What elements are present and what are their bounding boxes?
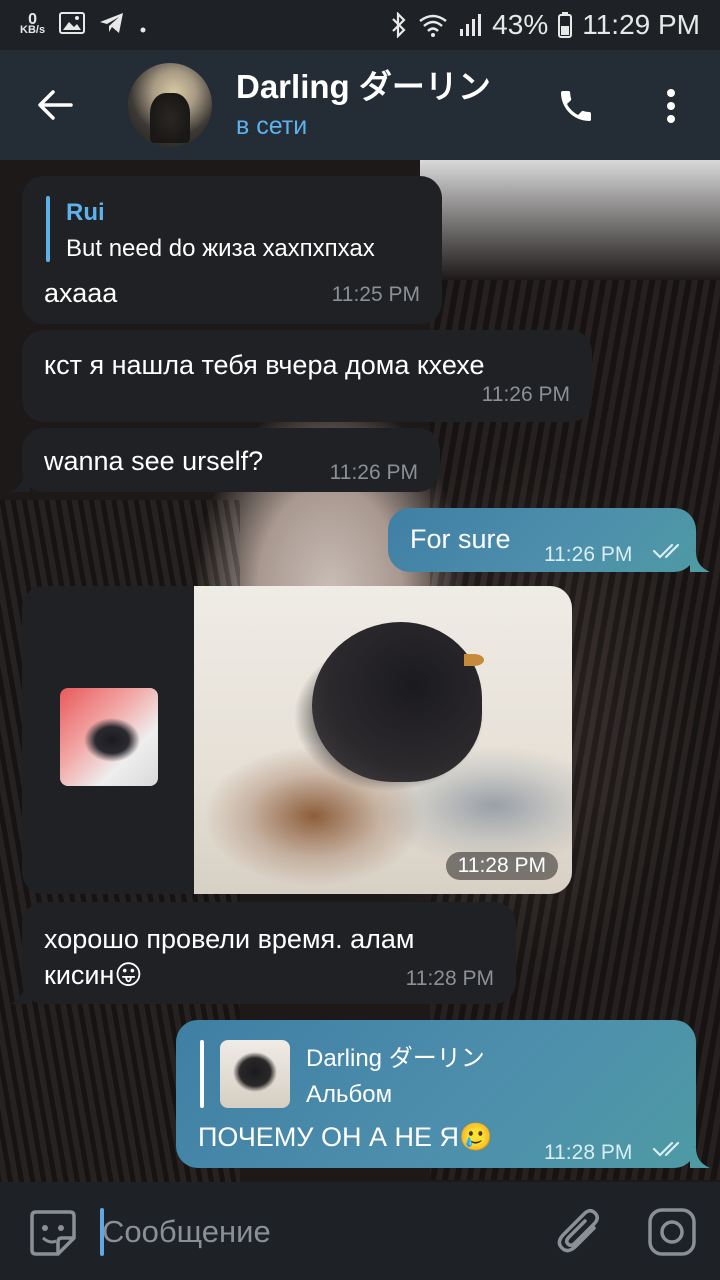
read-checkmarks-icon: [652, 543, 680, 559]
chat-header: Darling ダーリン в сети: [0, 50, 720, 160]
camera-button[interactable]: [646, 1206, 698, 1258]
reply-text: Альбом: [306, 1081, 393, 1108]
message-time: 11:28 PM: [405, 967, 494, 990]
reply-author: Darling ダーリン: [306, 1045, 485, 1072]
message-time: 11:26 PM: [544, 543, 633, 566]
network-speed: 0 KB/s: [20, 12, 46, 36]
network-speed-unit: KB/s: [20, 24, 46, 36]
battery-icon: [558, 12, 573, 38]
message-time: 11:28 PM: [544, 1141, 633, 1164]
emoji-button[interactable]: [28, 1208, 78, 1258]
message-time: 11:25 PM: [331, 283, 420, 306]
battery-percent: 43%: [492, 9, 549, 40]
bubble-tail: [690, 552, 710, 572]
back-arrow-icon: [38, 90, 73, 120]
message-text: ахааа: [44, 278, 118, 308]
attach-button[interactable]: [554, 1206, 602, 1258]
phone-icon: [561, 91, 591, 121]
message-bubble-incoming[interactable]: кст я нашла тебя вчера дома кхехе 11:26 …: [22, 330, 592, 422]
message-bubble-incoming[interactable]: хорошо провели время. алам кисин😛 11:28 …: [22, 902, 516, 1004]
message-bubble-incoming[interactable]: wanna see urself? 11:26 PM: [22, 428, 440, 492]
message-time: 11:28 PM: [445, 852, 558, 880]
wifi-icon: [418, 13, 448, 37]
message-time: 11:26 PM: [481, 383, 570, 406]
clock: 11:29 PM: [582, 9, 700, 40]
reply-author: Rui: [66, 199, 105, 226]
sticker-emoji-icon: [30, 1210, 76, 1256]
message-bubble-outgoing[interactable]: For sure 11:26 PM: [388, 508, 696, 572]
bluetooth-icon: [390, 12, 408, 38]
message-bubble-outgoing[interactable]: Darling ダーリン Альбом ПОЧЕМУ ОН А НЕ Я🥲 11…: [176, 1020, 696, 1168]
message-text-line2: кисин😛: [44, 960, 143, 990]
bubble-tail: [10, 984, 30, 1004]
dot-notification-icon: [139, 9, 147, 41]
reply-text: But need do жиза хахпхпхах: [66, 235, 375, 262]
paperclip-icon: [557, 1209, 599, 1253]
message-bubble-incoming[interactable]: Rui But need do жиза хахпхпхах ахааа 11:…: [22, 176, 442, 324]
album-main-photo[interactable]: 11:28 PM: [194, 586, 572, 894]
message-input-bar: [0, 1182, 720, 1280]
message-text: ПОЧЕМУ ОН А НЕ Я🥲: [198, 1122, 493, 1152]
contact-online-status: в сети: [236, 112, 308, 140]
bubble-tail: [690, 1148, 710, 1168]
more-vert-icon: [667, 89, 675, 123]
contact-avatar[interactable]: [128, 63, 212, 147]
telegram-notification-icon: [99, 9, 125, 41]
gallery-notification-icon: [59, 9, 86, 41]
camera-icon: [648, 1208, 696, 1256]
signal-icon: [458, 13, 482, 37]
message-text: For sure: [410, 524, 511, 554]
message-text: wanna see urself?: [44, 446, 264, 476]
call-button[interactable]: [548, 78, 604, 134]
message-time: 11:26 PM: [329, 461, 418, 484]
message-input[interactable]: [102, 1210, 522, 1254]
bubble-tail: [10, 472, 30, 492]
status-bar: 0 KB/s 43% 11:29 PM: [0, 0, 720, 50]
message-text-line1: хорошо провели время. алам: [44, 924, 415, 954]
album-thumbnail-photo[interactable]: [60, 688, 158, 786]
contact-name: Darling ダーリン: [236, 68, 491, 105]
reply-quote-bar: [200, 1040, 204, 1108]
album-message[interactable]: 11:28 PM: [22, 586, 572, 894]
chick-in-photo: [312, 622, 482, 782]
read-checkmarks-icon: [652, 1141, 680, 1157]
message-text: кст я нашла тебя вчера дома кхехе: [44, 350, 485, 380]
reply-album-thumbnail: [220, 1040, 290, 1108]
chat-title-block[interactable]: Darling ダーリン в сети: [236, 67, 491, 143]
more-options-button[interactable]: [646, 78, 696, 134]
reply-quote-bar: [46, 196, 50, 262]
back-button[interactable]: [0, 50, 110, 160]
